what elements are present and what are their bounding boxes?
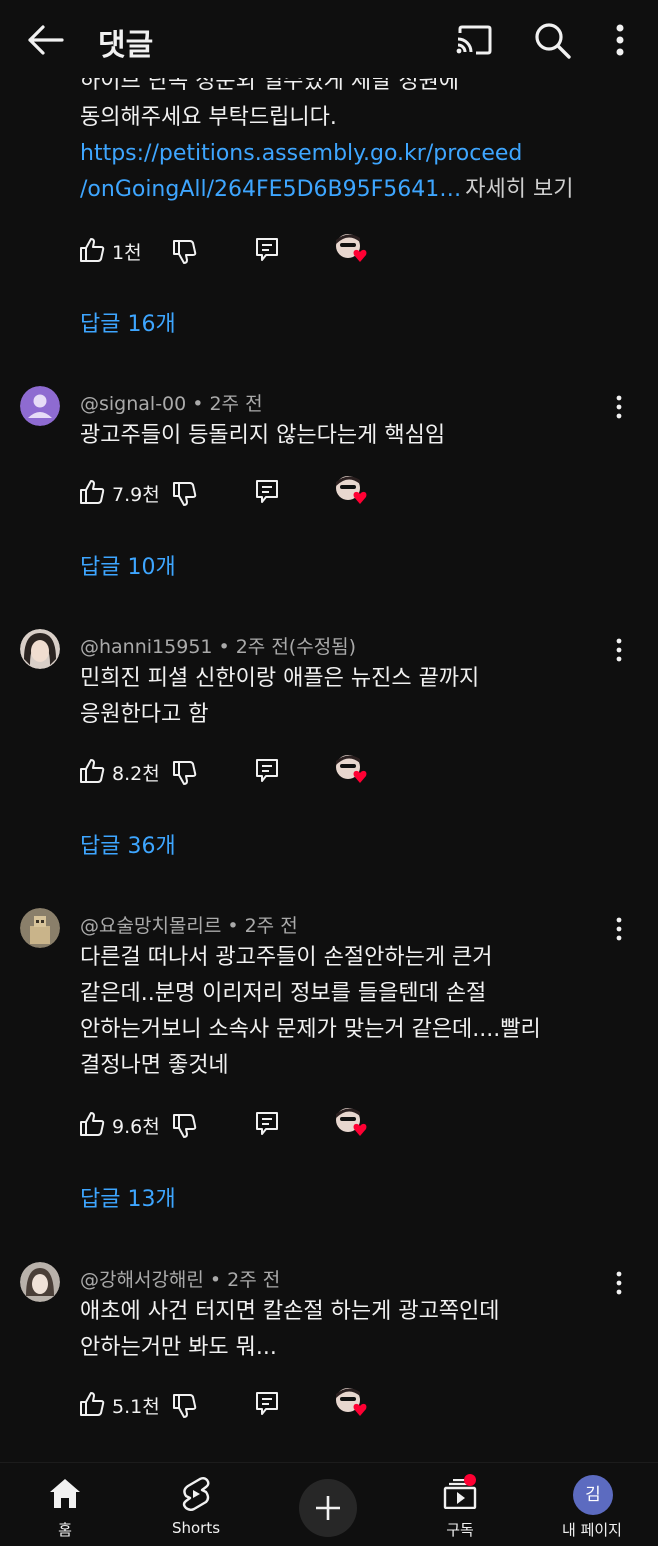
comment-list[interactable]: 하이브 단독 정문외 열수있게 세발 정원에 동의해주세요 부탁드립니다. ht… bbox=[0, 60, 658, 1460]
nav-subscriptions[interactable]: 구독 bbox=[405, 1463, 515, 1546]
create-button[interactable] bbox=[299, 1479, 357, 1537]
creator-heart-icon bbox=[334, 1106, 370, 1140]
top-app-bar: 댓글 bbox=[0, 0, 658, 78]
comment-time: 2주 전(수정됨) bbox=[235, 636, 357, 658]
dislike-icon[interactable] bbox=[172, 480, 198, 508]
nav-home[interactable]: 홈 bbox=[10, 1463, 120, 1546]
page-title: 댓글 bbox=[98, 28, 154, 63]
nav-home-label: 홈 bbox=[58, 1521, 72, 1539]
view-replies-button[interactable]: 답글 10개 bbox=[80, 549, 176, 581]
more-vert-icon[interactable] bbox=[610, 22, 630, 60]
dislike-icon[interactable] bbox=[172, 759, 198, 787]
like-icon[interactable] bbox=[78, 1110, 106, 1138]
view-replies-button[interactable]: 답글 16개 bbox=[80, 306, 176, 338]
comment-more-icon[interactable] bbox=[612, 916, 626, 942]
comment-text: 하이브 단독 정문외 열수있게 세발 정원에 동의해주세요 부탁드립니다. ht… bbox=[80, 64, 620, 208]
reply-icon[interactable] bbox=[254, 757, 280, 785]
comment-actions: 8.2천 bbox=[78, 755, 398, 787]
creator-heart-icon bbox=[334, 232, 370, 266]
avatar[interactable] bbox=[20, 386, 60, 426]
avatar[interactable] bbox=[20, 629, 60, 669]
comment-text: 다른걸 떠나서 광고주들이 손절안하는게 큰거 같은데..분명 이리저리 정보를… bbox=[80, 940, 620, 1084]
like-icon[interactable] bbox=[78, 1390, 106, 1418]
dislike-icon[interactable] bbox=[172, 1112, 198, 1140]
comment-text-line: 안하는거만 봐도 뭐... bbox=[80, 1335, 277, 1360]
plus-icon bbox=[315, 1495, 341, 1525]
comment-meta: @signal-00 • 2주 전 bbox=[80, 393, 263, 415]
nav-me-label: 내 페이지 bbox=[562, 1521, 622, 1539]
like-icon[interactable] bbox=[78, 757, 106, 785]
comment-text-line: 결정나면 좋것네 bbox=[80, 1053, 229, 1078]
comment-meta: @hanni15951 • 2주 전(수정됨) bbox=[80, 636, 357, 658]
like-count: 7.9천 bbox=[112, 484, 160, 506]
comment-actions: 1천 bbox=[78, 234, 398, 266]
comment-meta: @강해서강해린 • 2주 전 bbox=[80, 1269, 281, 1291]
comment-text: 민희진 피셜 신한이랑 애플은 뉴진스 끝까지 응원한다고 함 bbox=[80, 661, 620, 733]
like-icon[interactable] bbox=[78, 236, 106, 264]
comment-actions: 9.6천 bbox=[78, 1108, 398, 1140]
like-icon[interactable] bbox=[78, 478, 106, 506]
nav-subscriptions-label: 구독 bbox=[446, 1521, 474, 1539]
comment-text-line: 동의해주세요 부탁드립니다. bbox=[80, 105, 337, 130]
like-count: 8.2천 bbox=[112, 763, 160, 785]
comment-text-line: 애초에 사건 터지면 칼손절 하는게 광고쪽인데 bbox=[80, 1299, 500, 1324]
home-icon bbox=[48, 1477, 82, 1513]
read-more-link[interactable]: 자세히 보기 bbox=[465, 177, 573, 202]
petition-link[interactable]: https://petitions.assembly.go.kr/proceed bbox=[80, 136, 620, 172]
reply-icon[interactable] bbox=[254, 478, 280, 506]
bottom-navigation: 홈 Shorts 구독 김 내 페이지 bbox=[0, 1462, 658, 1546]
comment-author[interactable]: @hanni15951 bbox=[80, 636, 213, 658]
search-icon[interactable] bbox=[534, 22, 572, 60]
nav-shorts-label: Shorts bbox=[171, 1519, 221, 1537]
comment-author[interactable]: @강해서강해린 bbox=[80, 1269, 204, 1291]
cast-icon[interactable] bbox=[454, 24, 494, 56]
comment-time: 2주 전 bbox=[244, 915, 298, 937]
notification-dot-icon bbox=[464, 1474, 476, 1486]
petition-link-continued[interactable]: /onGoingAll/264FE5D6B95F5641… bbox=[80, 177, 461, 202]
dislike-icon[interactable] bbox=[172, 238, 198, 266]
like-count: 9.6천 bbox=[112, 1116, 160, 1138]
nav-me[interactable]: 김 내 페이지 bbox=[537, 1463, 647, 1546]
comment-text-line: 같은데..분명 이리저리 정보를 들을텐데 손절 bbox=[80, 981, 487, 1006]
like-count: 5.1천 bbox=[112, 1396, 160, 1418]
comment-more-icon[interactable] bbox=[612, 1270, 626, 1296]
reply-icon[interactable] bbox=[254, 236, 280, 264]
view-replies-button[interactable]: 답글 36개 bbox=[80, 828, 176, 860]
creator-heart-icon bbox=[334, 1386, 370, 1420]
nav-shorts[interactable]: Shorts bbox=[141, 1463, 251, 1546]
comment-author[interactable]: @요술망치몰리르 bbox=[80, 915, 221, 937]
comment-text: 애초에 사건 터지면 칼손절 하는게 광고쪽인데 안하는거만 봐도 뭐... bbox=[80, 1294, 620, 1366]
comment-text-line: 광고주들이 등돌리지 않는다는게 핵심임 bbox=[80, 423, 446, 448]
comment-author[interactable]: @signal-00 bbox=[80, 393, 186, 415]
comment-text-line: 민희진 피셜 신한이랑 애플은 뉴진스 끝까지 bbox=[80, 666, 480, 691]
avatar[interactable] bbox=[20, 1262, 60, 1302]
dislike-icon[interactable] bbox=[172, 1392, 198, 1420]
reply-icon[interactable] bbox=[254, 1390, 280, 1418]
comment-more-icon[interactable] bbox=[612, 394, 626, 420]
view-replies-button[interactable]: 답글 13개 bbox=[80, 1181, 176, 1213]
comment-actions: 7.9천 bbox=[78, 476, 398, 508]
profile-avatar: 김 bbox=[573, 1475, 613, 1515]
comment-text-line: 응원한다고 함 bbox=[80, 702, 209, 727]
avatar[interactable] bbox=[20, 908, 60, 948]
comment-text-line: 안하는거보니 소속사 문제가 맞는거 같은데....빨리 bbox=[80, 1017, 541, 1042]
comment-text: 광고주들이 등돌리지 않는다는게 핵심임 bbox=[80, 418, 620, 454]
comment-text-line: 다른걸 떠나서 광고주들이 손절안하는게 큰거 bbox=[80, 945, 493, 970]
back-arrow-icon[interactable] bbox=[26, 22, 66, 58]
comment-time: 2주 전 bbox=[227, 1269, 281, 1291]
shorts-icon bbox=[180, 1476, 212, 1516]
creator-heart-icon bbox=[334, 753, 370, 787]
comment-actions: 5.1천 bbox=[78, 1388, 398, 1420]
comment-more-icon[interactable] bbox=[612, 637, 626, 663]
creator-heart-icon bbox=[334, 474, 370, 508]
comment-meta: @요술망치몰리르 • 2주 전 bbox=[80, 915, 298, 937]
reply-icon[interactable] bbox=[254, 1110, 280, 1138]
comment-time: 2주 전 bbox=[209, 393, 263, 415]
like-count: 1천 bbox=[112, 242, 142, 264]
